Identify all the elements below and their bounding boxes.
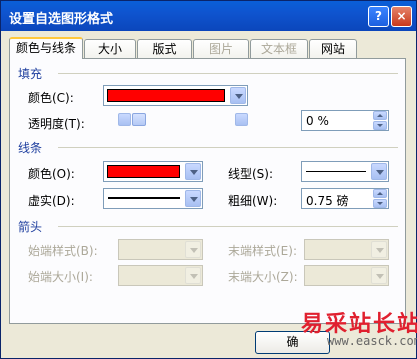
line-style-label: 线型(S): (228, 167, 274, 181)
chevron-down-icon[interactable] (371, 163, 387, 180)
spin-down-icon[interactable] (373, 199, 387, 208)
slider-thumb[interactable] (132, 113, 146, 126)
line-style-preview (306, 171, 366, 172)
fill-color-dropdown[interactable] (103, 85, 248, 106)
fill-color-swatch (107, 89, 225, 102)
chevron-down-icon[interactable] (185, 190, 201, 207)
end-size-dropdown (304, 265, 389, 286)
help-button[interactable]: ? (368, 6, 389, 27)
window-title: 设置自选图形格式 (9, 12, 114, 27)
chevron-down-icon[interactable] (185, 163, 201, 180)
transparency-spinner[interactable]: 0 % (301, 110, 389, 131)
tab-layout[interactable]: 版式 (137, 39, 192, 58)
line-color-label: 颜色(O): (28, 167, 75, 181)
line-section-title: 线条 (18, 141, 43, 155)
tab-web[interactable]: 网站 (309, 39, 357, 58)
line-color-swatch (107, 165, 180, 178)
dialog-window: 设置自选图形格式 ? × 颜色与线条 大小 版式 图片 文本框 网站 填充 颜色… (0, 0, 417, 359)
begin-size-label: 始端大小(I): (28, 270, 93, 284)
begin-size-dropdown (118, 265, 203, 286)
tab-colors-lines[interactable]: 颜色与线条 (9, 37, 83, 59)
end-size-label: 末端大小(Z): (228, 270, 298, 284)
dash-dropdown[interactable] (103, 188, 203, 209)
dash-label: 虚实(D): (28, 194, 75, 208)
close-button[interactable]: × (391, 6, 412, 27)
slider-right-arrow-icon[interactable] (235, 113, 248, 126)
chevron-down-icon[interactable] (230, 87, 246, 104)
arrows-divider (58, 226, 398, 227)
tab-textbox: 文本框 (250, 39, 308, 58)
fill-section-title: 填充 (18, 67, 43, 81)
begin-style-label: 始端样式(B): (28, 244, 98, 258)
watermark-url: www.easck.com (327, 334, 417, 348)
transparency-label: 透明度(T): (28, 117, 85, 131)
dash-preview (108, 197, 180, 199)
line-weight-value: 0.75 磅 (306, 194, 349, 208)
line-divider (58, 147, 398, 148)
line-style-dropdown[interactable] (301, 161, 389, 182)
end-style-label: 末端样式(E): (228, 244, 297, 258)
end-style-dropdown (304, 239, 389, 260)
transparency-value: 0 % (306, 114, 329, 128)
begin-style-dropdown (118, 239, 203, 260)
line-color-dropdown[interactable] (103, 161, 203, 182)
spin-up-icon[interactable] (373, 189, 387, 198)
line-weight-spinner[interactable]: 0.75 磅 (301, 188, 389, 209)
tab-panel: 填充 颜色(C): 透明度(T): 0 % 线条 颜色(O): 线型(S): 虚… (9, 58, 406, 324)
chevron-down-icon (371, 241, 387, 258)
slider-left-arrow-icon[interactable] (118, 113, 131, 126)
tab-size[interactable]: 大小 (84, 39, 136, 58)
transparency-slider[interactable] (118, 112, 248, 128)
chevron-down-icon (185, 241, 201, 258)
title-bar[interactable]: 设置自选图形格式 ? × (1, 1, 416, 31)
tab-picture: 图片 (193, 39, 249, 58)
fill-divider (58, 73, 398, 74)
spin-up-icon[interactable] (373, 111, 387, 120)
chevron-down-icon (185, 267, 201, 284)
fill-color-label: 颜色(C): (28, 91, 74, 105)
spin-down-icon[interactable] (373, 121, 387, 130)
arrows-section-title: 箭头 (18, 220, 43, 234)
chevron-down-icon (371, 267, 387, 284)
line-weight-label: 粗细(W): (228, 194, 278, 208)
